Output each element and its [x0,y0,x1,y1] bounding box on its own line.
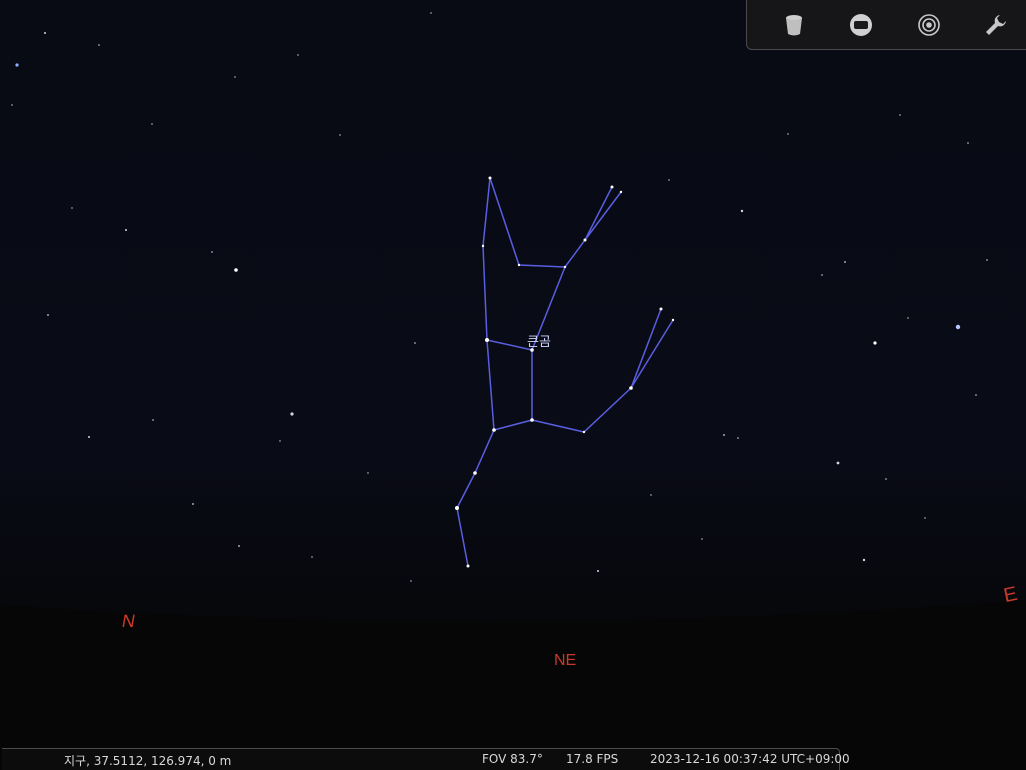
constellation-line [486,266,566,351]
star [967,142,969,144]
star [414,342,416,344]
constellation-line [456,177,495,567]
star [234,268,238,272]
star [821,274,823,276]
star [311,556,313,558]
star [151,123,153,125]
star [701,538,703,540]
star [367,472,369,474]
background-stars [11,12,988,582]
fov-readout: FOV 83.7° [482,752,543,766]
star [47,314,49,316]
landscape-button[interactable] [779,10,809,40]
fps-readout: 17.8 FPS [566,752,619,766]
star [152,419,154,421]
star [71,207,73,209]
star [597,570,599,572]
star [98,44,100,46]
star [671,318,675,322]
star [44,32,46,34]
star [924,517,926,519]
trash-can-icon [786,15,802,36]
star [455,506,459,510]
constellation-lines [456,177,674,567]
star [668,179,670,181]
star [740,209,744,213]
rounded-square-icon [850,14,872,36]
star [15,63,19,67]
star [517,263,521,267]
star [955,324,961,330]
star [481,244,485,248]
star [473,471,477,475]
horizon-ground [0,600,1026,770]
star [279,440,281,442]
star [485,338,489,342]
status-bar: 지구, 37.5112, 126.974, 0 m FOV 83.7° 17.8… [2,748,850,770]
star [563,265,567,269]
star [610,185,614,189]
atmosphere-button[interactable] [846,10,876,40]
star [297,54,299,56]
constellation-line [584,191,622,241]
sky-view[interactable]: 큰곰 N NE E [0,0,1026,770]
star [885,478,887,480]
star [873,341,877,345]
star [339,134,341,136]
settings-button[interactable] [981,10,1011,40]
constellation-line [493,350,533,431]
star [907,317,909,319]
star [125,229,127,231]
star [582,430,586,434]
star [723,434,725,436]
star-field [0,12,1026,770]
wrench-icon [986,15,1006,35]
star [583,238,587,242]
star [192,503,194,505]
star [862,558,866,562]
star [844,261,846,263]
star [836,461,840,465]
star [290,412,294,416]
constellation-line [489,177,613,268]
star [234,76,236,78]
star [488,176,492,180]
star [629,386,633,390]
star [492,428,496,432]
star [211,251,213,253]
star [650,494,652,496]
top-toolbar [746,0,1026,50]
star [530,418,534,422]
target-icon [918,14,940,36]
star [619,190,623,194]
constellation-label: 큰곰 [527,335,551,350]
star [986,259,988,261]
star [88,436,90,438]
star [238,545,240,547]
star [430,12,432,14]
star [11,104,13,106]
cardinal-northeast: NE [554,652,577,669]
location-readout: 지구, 37.5112, 126.974, 0 m [64,754,232,768]
star [410,580,412,582]
star [899,114,901,116]
target-button[interactable] [914,10,944,40]
star [787,133,789,135]
star [659,307,663,311]
star [466,564,470,568]
datetime-readout: 2023-12-16 00:37:42 UTC+09:00 [650,752,850,766]
star [975,394,977,396]
star [737,437,739,439]
constellation-line [630,319,674,389]
